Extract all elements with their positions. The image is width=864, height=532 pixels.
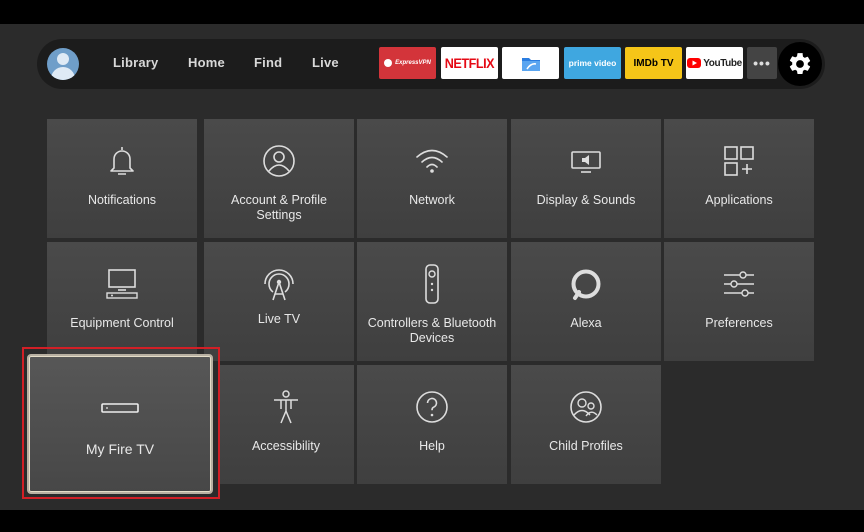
bell-icon xyxy=(110,147,134,175)
file-explorer-icon xyxy=(521,58,540,71)
child-profile-icon xyxy=(570,391,602,423)
nav-live[interactable]: Live xyxy=(312,55,339,70)
alexa-icon xyxy=(571,269,601,300)
display-icon xyxy=(571,151,601,173)
app-expressvpn[interactable]: ExpressVPN xyxy=(379,47,436,79)
profile-avatar[interactable] xyxy=(47,48,79,80)
app-file-explorer[interactable] xyxy=(502,47,559,79)
tile-network[interactable]: Network xyxy=(357,119,507,238)
settings-button[interactable] xyxy=(778,42,822,86)
gear-icon xyxy=(789,53,811,74)
tile-equipment-control[interactable]: Equipment Control xyxy=(47,242,197,361)
expressvpn-logo-icon xyxy=(384,59,393,67)
app-imdb-tv[interactable]: IMDb TV xyxy=(625,47,682,79)
equipment-icon xyxy=(106,269,138,299)
apps-icon xyxy=(724,146,754,176)
top-nav-bar: Library Home Find Live ExpressVPN NETFLI… xyxy=(37,39,825,89)
more-apps-button[interactable]: ••• xyxy=(747,47,777,79)
profile-icon xyxy=(263,145,295,177)
antenna-icon xyxy=(264,269,294,301)
tile-preferences[interactable]: Preferences xyxy=(664,242,814,361)
youtube-play-icon xyxy=(687,58,702,68)
tile-applications[interactable]: Applications xyxy=(664,119,814,238)
nav-home[interactable]: Home xyxy=(188,55,225,70)
settings-screen: Library Home Find Live ExpressVPN NETFLI… xyxy=(0,24,864,510)
tile-live-tv[interactable]: Live TV xyxy=(204,242,354,361)
tile-notifications[interactable]: Notifications xyxy=(47,119,197,238)
app-prime-video[interactable]: prime video xyxy=(564,47,621,79)
accessibility-icon xyxy=(274,390,298,424)
fire-tv-device-icon xyxy=(101,403,139,413)
remote-icon xyxy=(425,264,439,304)
app-youtube[interactable]: YouTube xyxy=(686,47,743,79)
wifi-icon xyxy=(416,149,448,173)
tile-alexa[interactable]: Alexa xyxy=(511,242,661,361)
tile-help[interactable]: Help xyxy=(357,365,507,484)
tile-my-fire-tv[interactable]: My Fire TV xyxy=(27,354,213,494)
tile-child-profiles[interactable]: Child Profiles xyxy=(511,365,661,484)
tile-display-sounds[interactable]: Display & Sounds xyxy=(511,119,661,238)
sliders-icon xyxy=(724,271,754,297)
tile-account-profile-settings[interactable]: Account & Profile Settings xyxy=(204,119,354,238)
nav-find[interactable]: Find xyxy=(254,55,282,70)
tile-accessibility[interactable]: Accessibility xyxy=(218,365,354,484)
app-netflix[interactable]: NETFLIX xyxy=(441,47,498,79)
tile-controllers-bluetooth[interactable]: Controllers & Bluetooth Devices xyxy=(357,242,507,361)
nav-library[interactable]: Library xyxy=(113,55,158,70)
help-icon xyxy=(416,391,448,423)
